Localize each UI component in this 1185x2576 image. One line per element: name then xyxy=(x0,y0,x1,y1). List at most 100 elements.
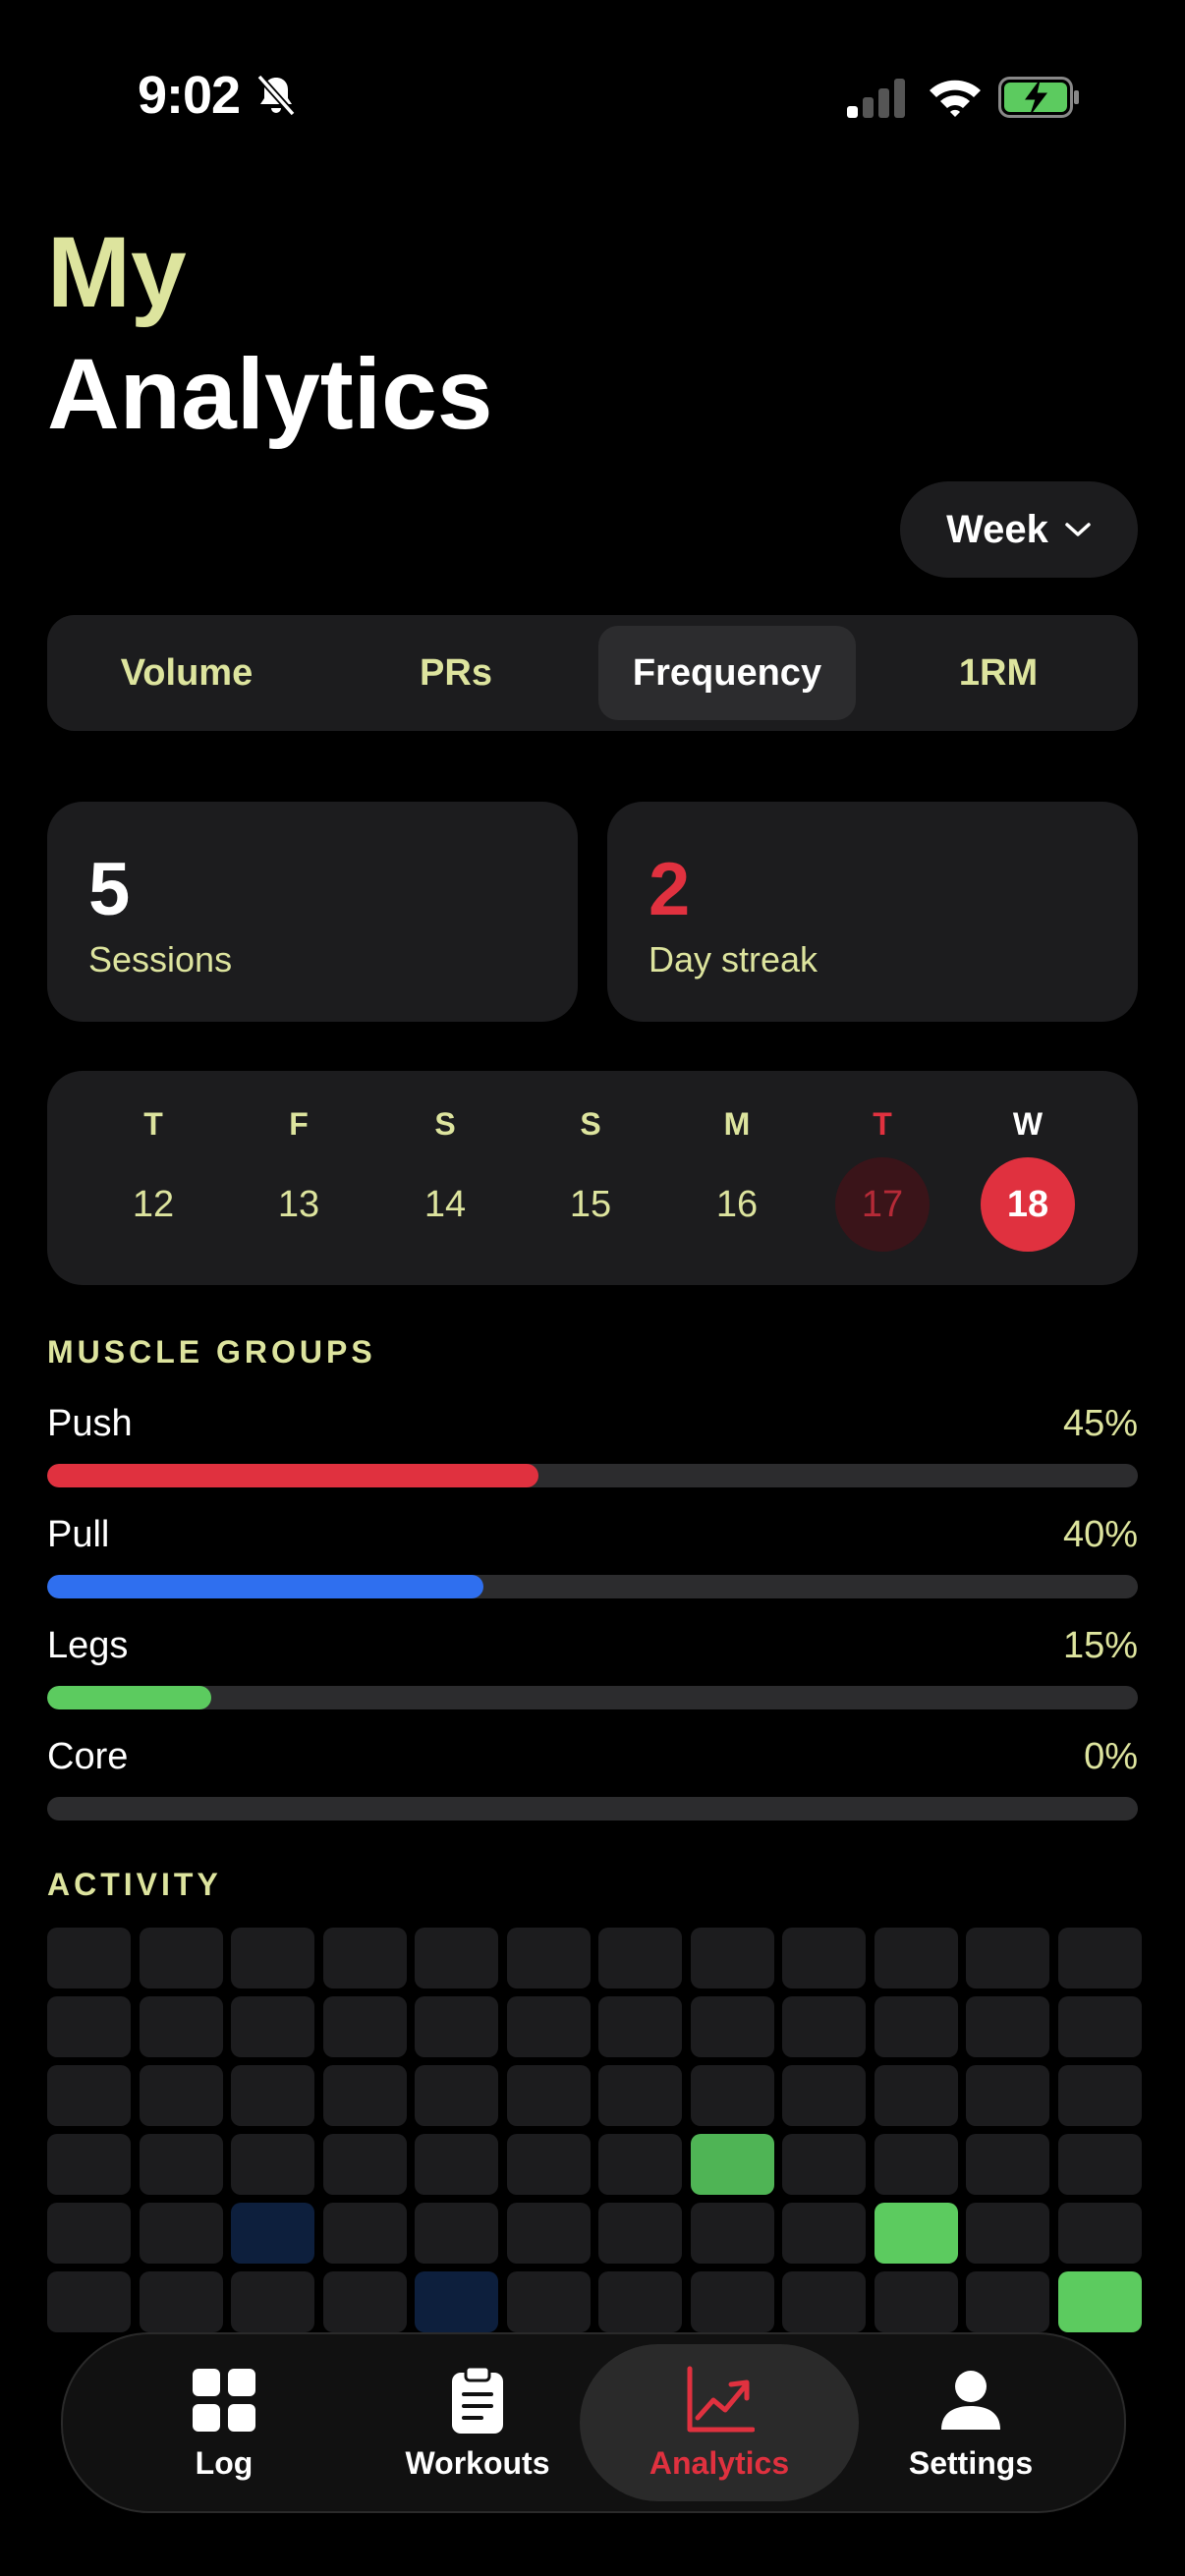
activity-cell xyxy=(598,2271,682,2332)
nav-workouts[interactable]: Workouts xyxy=(338,2344,617,2501)
sessions-label: Sessions xyxy=(88,939,233,980)
muscle-group-name: Core xyxy=(47,1736,129,1777)
activity-cell xyxy=(506,1928,591,1988)
page-title-line2: Analytics xyxy=(47,338,493,450)
chevron-down-icon xyxy=(1065,523,1091,536)
activity-cell xyxy=(966,2203,1049,2264)
day-number: 15 xyxy=(569,1183,612,1225)
activity-cell xyxy=(139,2271,223,2332)
muscle-group-name: Pull xyxy=(47,1514,110,1555)
activity-cell xyxy=(415,1928,498,1988)
muscle-group-percent: 40% xyxy=(1062,1514,1138,1555)
activity-cell xyxy=(139,2134,223,2195)
muscle-group-track xyxy=(47,1464,1138,1487)
streak-value: 2 xyxy=(649,848,691,931)
day-letter: W xyxy=(1012,1106,1044,1142)
tab-frequency[interactable]: Frequency xyxy=(598,626,856,720)
activity-cell xyxy=(690,2203,774,2264)
activity-cell xyxy=(874,2203,958,2264)
muscle-group-track xyxy=(47,1686,1138,1709)
nav-log[interactable]: Log xyxy=(85,2344,364,2501)
status-bar: 9:02 xyxy=(0,0,1185,187)
activity-cell xyxy=(1057,2065,1142,2126)
activity-cell xyxy=(415,2134,498,2195)
activity-cell xyxy=(598,2203,682,2264)
activity-cell xyxy=(415,2065,498,2126)
tab-volume[interactable]: Volume xyxy=(58,626,315,720)
tab-prs[interactable]: PRs xyxy=(327,626,585,720)
day-letter: T xyxy=(143,1106,163,1142)
clipboard-icon xyxy=(452,2365,503,2434)
activity-cell xyxy=(506,2065,591,2126)
calendar-day[interactable]: T 12 xyxy=(99,1071,207,1285)
nav-log-label: Log xyxy=(195,2444,254,2481)
nav-analytics-label: Analytics xyxy=(649,2444,790,2481)
muscle-group-bar xyxy=(47,1686,211,1709)
period-dropdown[interactable]: Week xyxy=(900,481,1138,578)
chart-icon xyxy=(687,2366,755,2432)
page-title-line1: My xyxy=(47,216,187,328)
activity-cell xyxy=(966,1928,1049,1988)
activity-cell xyxy=(782,1996,866,2057)
day-number: 16 xyxy=(715,1183,759,1225)
nav-settings[interactable]: Settings xyxy=(831,2344,1110,2501)
activity-cell xyxy=(47,2065,131,2126)
activity-cell xyxy=(231,2065,314,2126)
muscle-group-row: Legs 15% xyxy=(47,1625,1138,1713)
calendar-day[interactable]: S 14 xyxy=(391,1071,499,1285)
sessions-value: 5 xyxy=(88,848,131,931)
activity-cell xyxy=(506,2134,591,2195)
calendar-day[interactable]: F 13 xyxy=(245,1071,353,1285)
activity-cell xyxy=(506,2271,591,2332)
activity-cell xyxy=(598,1928,682,1988)
activity-cell xyxy=(782,1928,866,1988)
activity-cell xyxy=(966,2065,1049,2126)
activity-cell xyxy=(322,1996,407,2057)
activity-cell xyxy=(966,2134,1049,2195)
calendar-day[interactable]: M 16 xyxy=(683,1071,791,1285)
activity-cell xyxy=(322,2134,407,2195)
muscle-groups-heading: MUSCLE GROUPS xyxy=(47,1334,376,1370)
activity-cell xyxy=(47,1996,131,2057)
activity-heading: ACTIVITY xyxy=(47,1867,222,1902)
period-dropdown-label: Week xyxy=(946,507,1048,551)
calendar-day-yesterday[interactable]: T 17 xyxy=(828,1071,936,1285)
activity-cell xyxy=(506,2203,591,2264)
muscle-group-bar xyxy=(47,1575,483,1598)
activity-cell xyxy=(874,1928,958,1988)
day-letter: T xyxy=(873,1106,892,1142)
day-letter: F xyxy=(289,1106,309,1142)
signal-icon xyxy=(847,79,905,118)
activity-cell xyxy=(231,1996,314,2057)
page-title: My Analytics xyxy=(47,211,493,455)
activity-cell xyxy=(322,2271,407,2332)
activity-cell xyxy=(782,2134,866,2195)
nav-analytics[interactable]: Analytics xyxy=(580,2344,859,2501)
activity-cell xyxy=(690,1996,774,2057)
activity-cell xyxy=(598,2134,682,2195)
activity-cell xyxy=(139,2203,223,2264)
calendar-day-today[interactable]: W 18 xyxy=(974,1071,1082,1285)
analytics-tabs: Volume PRs Frequency 1RM xyxy=(47,615,1138,731)
activity-cell xyxy=(47,1928,131,1988)
tab-1rm[interactable]: 1RM xyxy=(870,626,1127,720)
status-time: 9:02 xyxy=(138,66,241,125)
person-icon xyxy=(941,2370,1000,2430)
day-number: 17 xyxy=(835,1157,930,1252)
activity-cell xyxy=(139,1996,223,2057)
activity-cell xyxy=(598,1996,682,2057)
day-number: 14 xyxy=(423,1183,467,1225)
activity-cell xyxy=(231,2271,314,2332)
streak-card: 2 Day streak xyxy=(607,802,1138,1022)
activity-cell xyxy=(782,2065,866,2126)
activity-cell xyxy=(598,2065,682,2126)
calendar-day[interactable]: S 15 xyxy=(536,1071,645,1285)
activity-cell xyxy=(874,1996,958,2057)
muscle-group-percent: 45% xyxy=(1062,1403,1138,1444)
streak-label: Day streak xyxy=(649,939,818,980)
week-calendar: T 12 F 13 S 14 S 15 M 16 T 17 W 18 xyxy=(47,1071,1138,1285)
activity-cell xyxy=(231,1928,314,1988)
day-letter: M xyxy=(723,1106,751,1142)
activity-cell xyxy=(506,1996,591,2057)
muscle-group-row: Core 0% xyxy=(47,1736,1138,1824)
